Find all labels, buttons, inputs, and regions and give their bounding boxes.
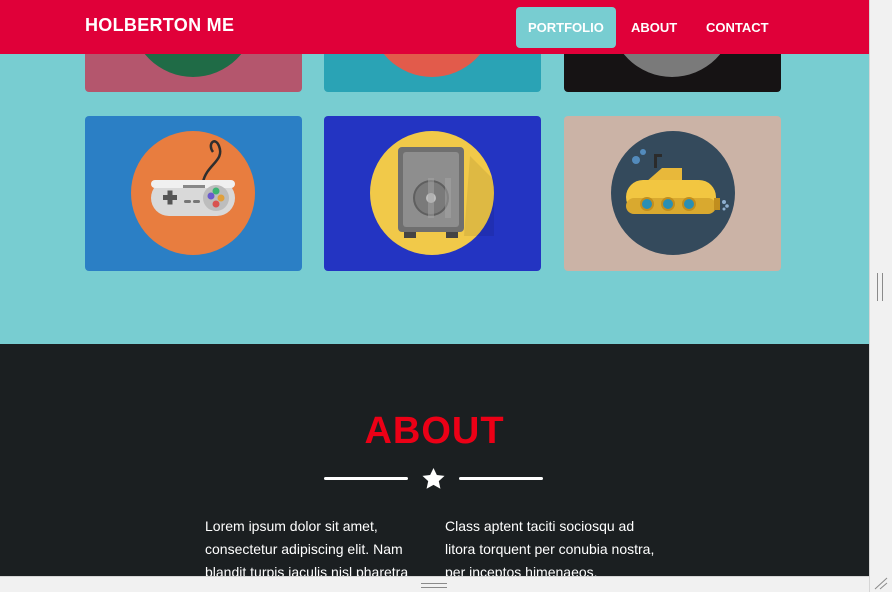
divider-line-right bbox=[459, 477, 543, 480]
about-section: ABOUT Lorem ipsum dolor sit amet, consec… bbox=[0, 344, 869, 576]
portfolio-item-safe[interactable] bbox=[324, 116, 541, 271]
portfolio-item-submarine[interactable] bbox=[564, 116, 781, 271]
game-controller-icon bbox=[85, 116, 302, 271]
nav-link-about[interactable]: ABOUT bbox=[619, 7, 689, 48]
horizontal-scrollbar[interactable] bbox=[0, 576, 869, 592]
nav-link-portfolio[interactable]: PORTFOLIO bbox=[516, 7, 616, 48]
brand-logo[interactable]: HOLBERTON ME bbox=[85, 15, 234, 36]
horizontal-scrollbar-grip[interactable] bbox=[421, 583, 447, 588]
resize-handle-icon[interactable] bbox=[871, 576, 889, 590]
divider-line-left bbox=[324, 477, 408, 480]
portfolio-item-game-controller[interactable] bbox=[85, 116, 302, 271]
about-text-right: Class aptent taciti sociosqu ad litora t… bbox=[445, 518, 655, 576]
safe-icon bbox=[324, 116, 541, 271]
page-viewport: HOLBERTON ME PORTFOLIO ABOUT CONTACT ABO… bbox=[0, 0, 869, 576]
about-heading: ABOUT bbox=[364, 410, 505, 452]
about-text-left: Lorem ipsum dolor sit amet, consectetur … bbox=[205, 518, 409, 576]
nav-link-contact[interactable]: CONTACT bbox=[694, 7, 781, 48]
star-icon bbox=[422, 467, 445, 489]
vertical-scrollbar-grip[interactable] bbox=[877, 273, 883, 301]
submarine-icon bbox=[564, 116, 781, 271]
navbar: HOLBERTON ME PORTFOLIO ABOUT CONTACT bbox=[0, 0, 869, 54]
vertical-scrollbar[interactable] bbox=[869, 0, 892, 592]
